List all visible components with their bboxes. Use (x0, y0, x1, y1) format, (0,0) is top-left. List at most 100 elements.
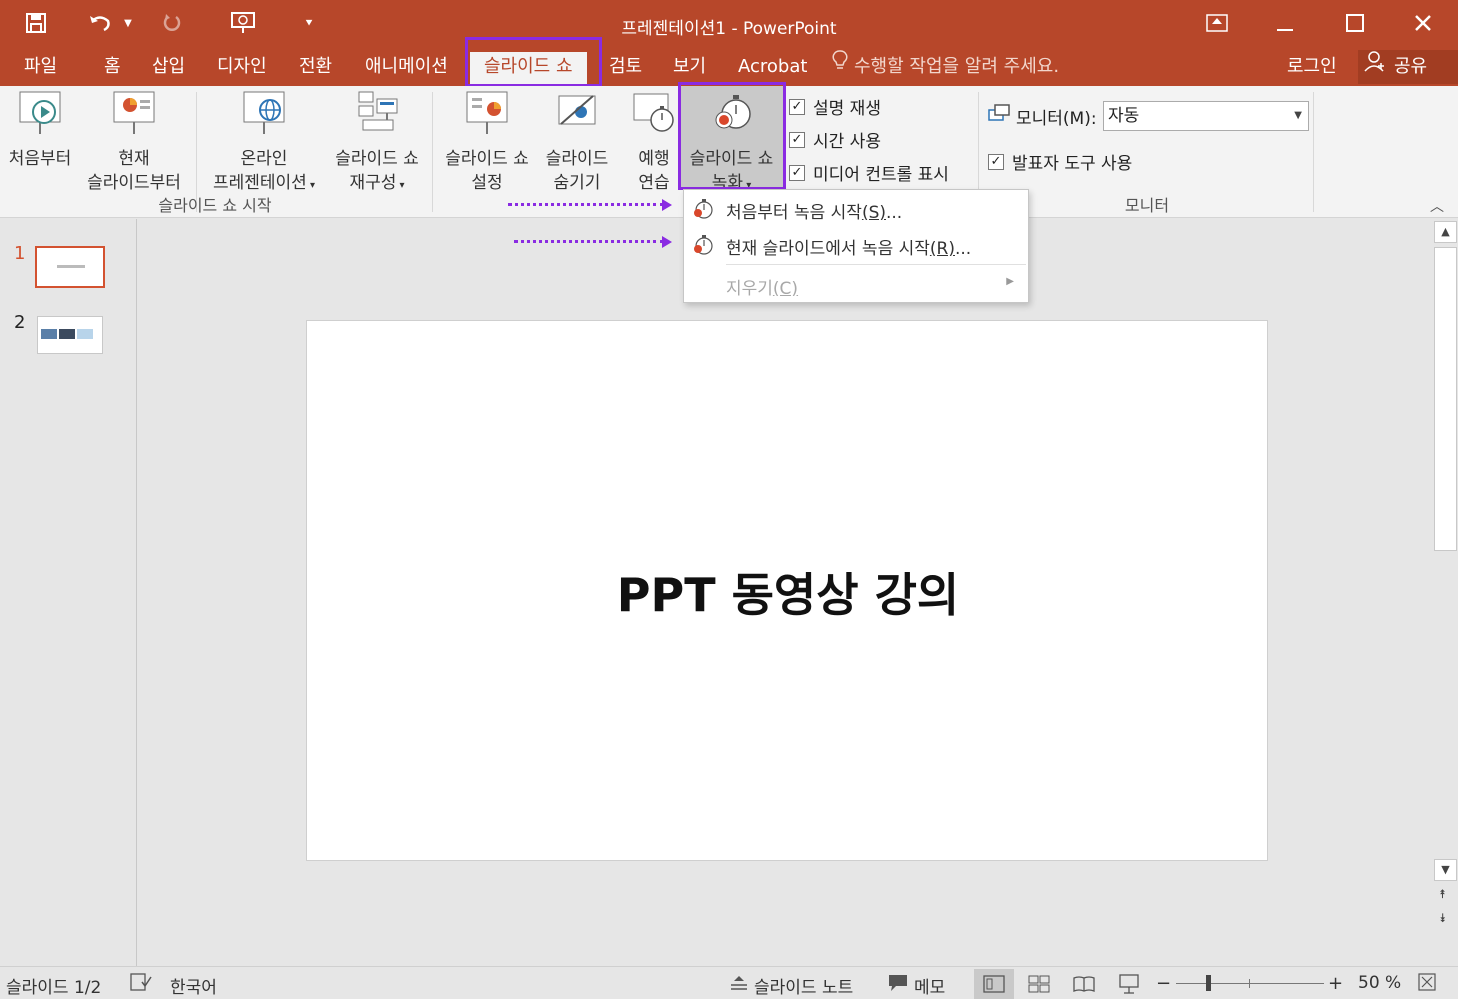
rehearse-timings-button[interactable]: 예행 연습 (624, 90, 684, 195)
slide-sorter-icon[interactable] (1019, 969, 1059, 999)
tell-me-box[interactable]: 수행할 작업을 알려 주세요. (832, 50, 1059, 84)
notes-icon (730, 975, 748, 996)
tab-slideshow[interactable]: 슬라이드 쇼 (470, 52, 587, 86)
record-dropdown-menu: 처음부터 녹음 시작(S)... 현재 슬라이드에서 녹음 시작(R)... 지… (683, 189, 1029, 303)
ribbon-tabs: 파일 홈 삽입 디자인 전환 애니메이션 슬라이드 쇼 검토 보기 Acroba… (0, 50, 1458, 86)
present-online-button[interactable]: 온라인 프레젠테이션 ▾ (202, 90, 326, 198)
show-media-controls-checkbox[interactable]: ✓ 미디어 컨트롤 표시 (789, 160, 949, 185)
normal-view-icon[interactable] (974, 969, 1014, 999)
check-icon: ✓ (789, 164, 805, 181)
use-timings-checkbox[interactable]: ✓ 시간 사용 (789, 127, 881, 152)
fit-to-window-icon[interactable] (1418, 973, 1436, 996)
presenter-view-label: 발표자 도구 사용 (1012, 154, 1133, 174)
slide-thumbnail-1[interactable] (35, 246, 105, 288)
lightbulb-icon (832, 50, 848, 84)
thumb-image (77, 329, 93, 339)
tell-me-text: 수행할 작업을 알려 주세요. (854, 56, 1060, 77)
zoom-level[interactable]: 50 % (1358, 973, 1401, 993)
hide-slide-button[interactable]: 슬라이드 숨기기 (538, 90, 616, 195)
clear-label: 지우기 (726, 279, 773, 299)
present-online-label-2: 프레젠테이션 (212, 173, 307, 193)
accelerator-key: (S) (861, 203, 886, 223)
person-icon (1364, 50, 1386, 84)
close-icon[interactable] (1400, 6, 1446, 40)
zoom-out-icon[interactable]: − (1156, 973, 1171, 994)
ribbon-display-icon[interactable] (1194, 6, 1240, 40)
tab-insert[interactable]: 삽입 (152, 50, 185, 84)
record-from-beginning-item[interactable]: 처음부터 녹음 시작(S)... (684, 192, 1028, 226)
tab-animations[interactable]: 애니메이션 (365, 50, 448, 84)
show-media-controls-label: 미디어 컨트롤 표시 (813, 165, 949, 185)
check-icon: ✓ (988, 153, 1004, 170)
separator (1313, 92, 1314, 212)
separator (432, 92, 433, 212)
share-button[interactable]: 공유 (1358, 50, 1458, 84)
slide-title[interactable]: PPT 동영상 강의 (307, 559, 1269, 625)
tab-design[interactable]: 디자인 (217, 50, 267, 84)
annotation-arrow-head (662, 236, 672, 248)
record-show-label-1: 슬라이드 쇼 (689, 149, 774, 169)
scroll-up-icon[interactable]: ▲ (1434, 221, 1457, 243)
from-current-label-1: 현재 (118, 149, 150, 169)
zoom-slider-thumb[interactable] (1206, 975, 1211, 991)
scroll-down-icon[interactable]: ▼ (1434, 859, 1457, 881)
status-bar: 슬라이드 1/2 한국어 슬라이드 노트 메모 − + 50 % (0, 966, 1458, 999)
reading-view-icon[interactable] (1064, 969, 1104, 999)
slide-thumbnail-2[interactable] (37, 316, 103, 354)
tab-view[interactable]: 보기 (673, 50, 706, 84)
tab-review[interactable]: 검토 (609, 50, 642, 84)
accelerator-key: (R) (929, 239, 955, 259)
from-current-button[interactable]: 현재 슬라이드부터 (80, 90, 188, 195)
from-beginning-button[interactable]: 처음부터 (2, 90, 78, 171)
collapse-ribbon-icon[interactable]: ︿ (1430, 196, 1444, 216)
globe-projector-icon (202, 90, 326, 143)
notes-label: 슬라이드 노트 (754, 978, 854, 998)
record-from-current-item[interactable]: 현재 슬라이드에서 녹음 시작(R)... (684, 228, 1028, 262)
monitors-icon (988, 104, 1010, 129)
slide-count: 슬라이드 1/2 (6, 978, 102, 998)
tab-transitions[interactable]: 전환 (299, 50, 332, 84)
previous-slide-icon[interactable]: ⯭ (1439, 887, 1446, 902)
notes-button[interactable]: 슬라이드 노트 (730, 973, 853, 998)
record-from-beginning-label: 처음부터 녹음 시작 (726, 203, 862, 223)
comments-button[interactable]: 메모 (888, 973, 945, 998)
accelerator-key: (C) (772, 279, 799, 299)
next-slide-icon[interactable]: ⯯ (1439, 911, 1446, 926)
start-group-label: 슬라이드 쇼 시작 (158, 196, 272, 215)
play-narrations-label: 설명 재생 (813, 99, 881, 119)
from-current-label-2: 슬라이드부터 (87, 173, 181, 193)
rehearse-label-2: 연습 (638, 173, 670, 193)
ellipsis: ... (954, 239, 972, 259)
menu-divider (726, 264, 1026, 265)
record-show-button[interactable]: 슬라이드 쇼 녹화 ▾ (680, 86, 783, 193)
maximize-icon[interactable] (1332, 6, 1378, 40)
slideshow-view-icon[interactable] (1109, 969, 1149, 999)
clear-item[interactable]: 지우기(C) ▶ (684, 268, 1028, 302)
tab-acrobat[interactable]: Acrobat (738, 50, 807, 84)
zoom-slider[interactable] (1176, 983, 1324, 984)
tab-file[interactable]: 파일 (24, 50, 57, 84)
presenter-view-checkbox[interactable]: ✓ 발표자 도구 사용 (988, 149, 1132, 174)
setup-show-button[interactable]: 슬라이드 쇼 설정 (436, 90, 538, 195)
vertical-scrollbar[interactable]: ▲ ▼ ⯭ ⯯ (1433, 219, 1458, 966)
signin-link[interactable]: 로그인 (1287, 50, 1337, 84)
slide-number-1: 1 (14, 243, 26, 264)
scroll-thumb[interactable] (1434, 247, 1457, 551)
setup-show-label-2: 설정 (471, 173, 503, 193)
custom-show-button[interactable]: 슬라이드 쇼 재구성 ▾ (328, 90, 426, 198)
tab-home[interactable]: 홈 (104, 50, 121, 84)
minimize-icon[interactable] (1262, 6, 1308, 40)
language-indicator[interactable]: 한국어 (170, 973, 217, 998)
play-narrations-checkbox[interactable]: ✓ 설명 재생 (789, 94, 881, 119)
comments-label: 메모 (914, 978, 946, 998)
slide-thumbnail-pane: 1 2 (0, 219, 137, 966)
record-from-current-label: 현재 슬라이드에서 녹음 시작 (726, 239, 930, 259)
stopwatch-slide-icon (624, 90, 684, 143)
comment-icon (888, 974, 908, 997)
slide-canvas[interactable]: PPT 동영상 강의 (306, 320, 1268, 861)
zoom-in-icon[interactable]: + (1328, 973, 1343, 994)
monitor-dropdown[interactable]: 자동 ▼ (1103, 101, 1309, 131)
spell-check-icon[interactable] (130, 972, 152, 997)
slide-number-2: 2 (14, 312, 26, 333)
zoom-slider-tick (1249, 979, 1250, 988)
